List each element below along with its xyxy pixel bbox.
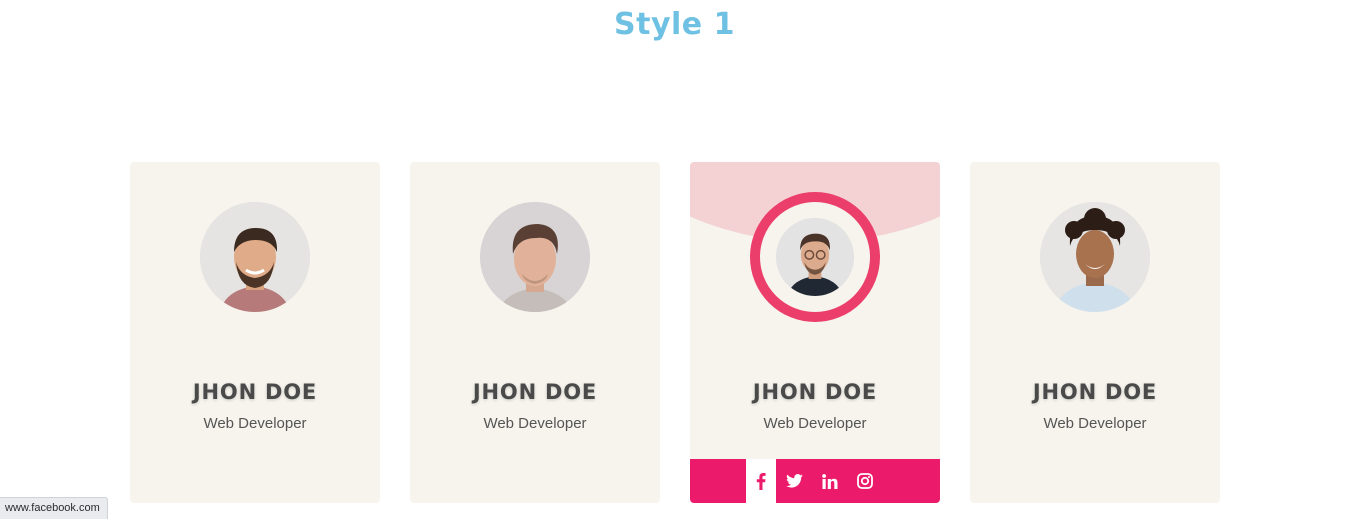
twitter-icon xyxy=(785,474,803,488)
facebook-link[interactable] xyxy=(746,459,776,503)
member-role: Web Developer xyxy=(483,415,587,432)
member-name: JHON DOE xyxy=(752,380,878,404)
status-bar-url: www.facebook.com xyxy=(0,497,108,519)
team-card-4[interactable]: JHON DOE Web Developer xyxy=(970,162,1220,503)
team-card-1[interactable]: JHON DOE Web Developer xyxy=(130,162,380,503)
avatar-container xyxy=(480,202,590,312)
member-role: Web Developer xyxy=(1043,415,1147,432)
page-title: Style 1 xyxy=(614,7,735,42)
member-name: JHON DOE xyxy=(192,380,318,404)
avatar xyxy=(200,202,310,312)
social-links-bar xyxy=(690,459,940,503)
member-name: JHON DOE xyxy=(472,380,598,404)
instagram-icon xyxy=(857,473,873,489)
avatar-container xyxy=(1040,202,1150,312)
member-name: JHON DOE xyxy=(1032,380,1158,404)
twitter-link[interactable] xyxy=(779,459,809,503)
avatar-container xyxy=(200,202,310,312)
member-role: Web Developer xyxy=(203,415,307,432)
avatar xyxy=(480,202,590,312)
team-card-2[interactable]: JHON DOE Web Developer xyxy=(410,162,660,503)
avatar xyxy=(1040,202,1150,312)
member-role: Web Developer xyxy=(763,415,867,432)
linkedin-icon xyxy=(822,473,838,489)
avatar-container xyxy=(750,192,880,322)
linkedin-link[interactable] xyxy=(815,459,845,503)
team-card-3[interactable]: JHON DOE Web Developer xyxy=(690,162,940,503)
instagram-link[interactable] xyxy=(850,459,880,503)
avatar xyxy=(776,218,854,296)
facebook-icon xyxy=(756,472,766,490)
